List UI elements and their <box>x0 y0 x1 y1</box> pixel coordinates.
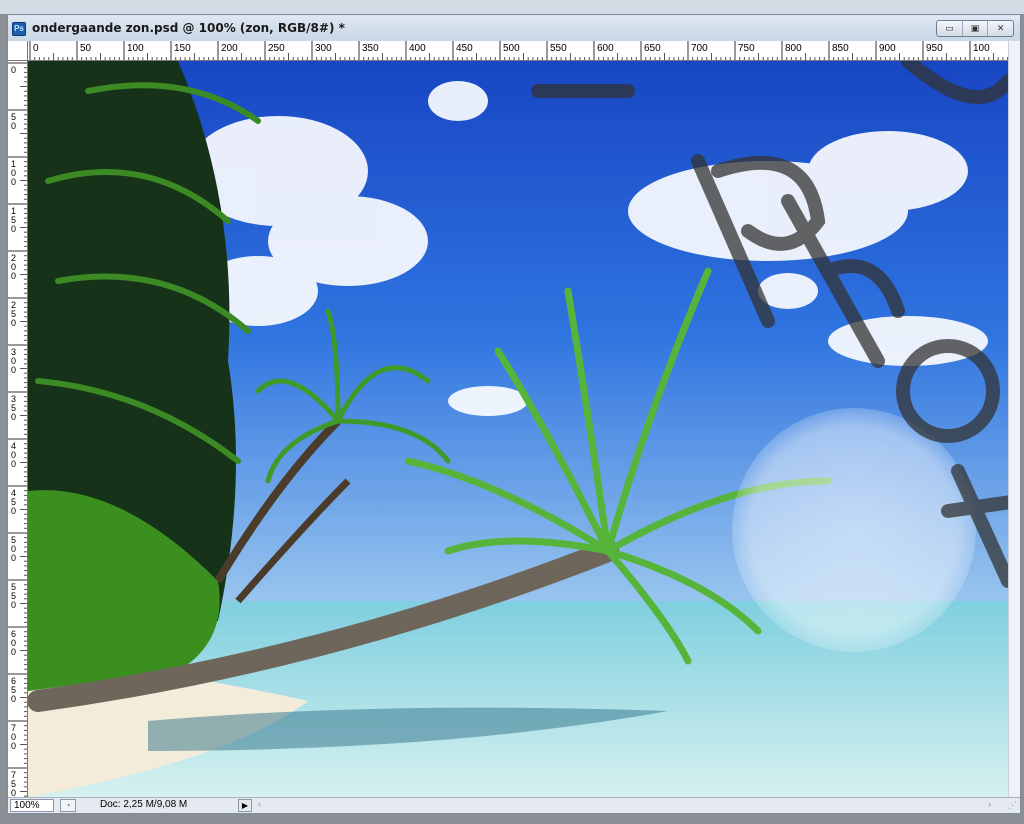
beach-photo <box>28 61 1008 797</box>
resize-grip-icon[interactable]: ⋰ <box>1008 800 1017 811</box>
horizontal-ruler-ticks: 0 50 100 150 200 250 300 350 400 450 500 550 600 650 7… <box>29 41 1008 60</box>
v-ruler-label: 200 <box>11 253 16 281</box>
h-ruler-label: 650 <box>644 43 661 54</box>
vertical-ruler-ticks: 0 5 0 1 0 0 1 5 0 2 0 0 2 5 0 3 0 0 3 5 0 4 0 0 4 5 0 5 0 0 5 5 0 6 0 0 6 5 0 7… <box>8 62 27 797</box>
v-ruler-label: 700 <box>11 723 16 751</box>
photoshop-icon: Ps <box>12 22 26 36</box>
v-ruler-label: 750 <box>11 770 16 797</box>
h-ruler-label: 100 <box>973 43 990 54</box>
v-ruler-label: 550 <box>11 582 16 610</box>
horizontal-ruler[interactable]: 0 50 100 150 200 250 300 350 400 450 500 550 600 650 7… <box>28 41 1008 61</box>
h-ruler-label: 300 <box>315 43 332 54</box>
h-ruler-label: 850 <box>832 43 849 54</box>
v-ruler-label: 500 <box>11 535 16 563</box>
window-controls: ▭ ▣ ✕ <box>936 20 1014 37</box>
window-title: ondergaande zon.psd @ 100% (zon, RGB/8#)… <box>32 21 345 35</box>
h-ruler-label: 700 <box>691 43 708 54</box>
h-ruler-label: 500 <box>503 43 520 54</box>
h-ruler-label: 250 <box>268 43 285 54</box>
h-ruler-label: 750 <box>738 43 755 54</box>
top-strip <box>0 0 1024 14</box>
v-ruler-label: 0 <box>11 65 16 75</box>
minimize-icon[interactable]: ▭ <box>937 21 963 36</box>
ruler-origin[interactable] <box>8 41 28 61</box>
h-ruler-label: 100 <box>127 43 144 54</box>
h-ruler-label: 50 <box>80 43 92 54</box>
v-ruler-label: 150 <box>11 206 16 234</box>
v-ruler-label: 50 <box>11 112 16 131</box>
h-ruler-label: 350 <box>362 43 379 54</box>
v-ruler-label: 400 <box>11 441 16 469</box>
v-ruler-label: 300 <box>11 347 16 375</box>
vertical-scrollbar[interactable] <box>1008 41 1020 797</box>
h-ruler-label: 900 <box>879 43 896 54</box>
vertical-ruler[interactable]: 0 50 100 150 200 250 300 350 400 450 500 550 600 650 7… <box>8 61 28 797</box>
h-ruler-label: 550 <box>550 43 567 54</box>
v-ruler-label: 100 <box>11 159 16 187</box>
status-bar: 100% ◔ Doc: 2,25 M/9,08 M ▶ ‹ › ⋰ <box>8 797 1020 813</box>
document-window: Ps ondergaande zon.psd @ 100% (zon, RGB/… <box>7 14 1021 814</box>
v-ruler-label: 600 <box>11 629 16 657</box>
close-icon[interactable]: ✕ <box>988 21 1013 36</box>
v-ruler-label: 450 <box>11 488 16 516</box>
h-ruler-label: 600 <box>597 43 614 54</box>
h-ruler-label: 150 <box>174 43 191 54</box>
doc-info: Doc: 2,25 M/9,08 M <box>100 799 188 810</box>
zoom-field[interactable]: 100% <box>10 799 54 812</box>
h-ruler-label: 950 <box>926 43 943 54</box>
v-ruler-label: 650 <box>11 676 16 704</box>
image-canvas[interactable] <box>28 61 1008 797</box>
restore-icon[interactable]: ▣ <box>963 21 989 36</box>
h-ruler-label: 800 <box>785 43 802 54</box>
h-ruler-label: 0 <box>33 43 39 54</box>
h-ruler-label: 200 <box>221 43 238 54</box>
h-ruler-label: 450 <box>456 43 473 54</box>
status-menu-arrow[interactable]: ▶ <box>238 799 252 812</box>
v-ruler-label: 250 <box>11 300 16 328</box>
horizontal-scrollbar[interactable]: ‹ › <box>258 799 1003 812</box>
status-info-icon[interactable]: ◔ <box>60 799 76 812</box>
v-ruler-label: 350 <box>11 394 16 422</box>
title-bar[interactable]: Ps ondergaande zon.psd @ 100% (zon, RGB/… <box>8 15 1020 41</box>
h-ruler-label: 400 <box>409 43 426 54</box>
